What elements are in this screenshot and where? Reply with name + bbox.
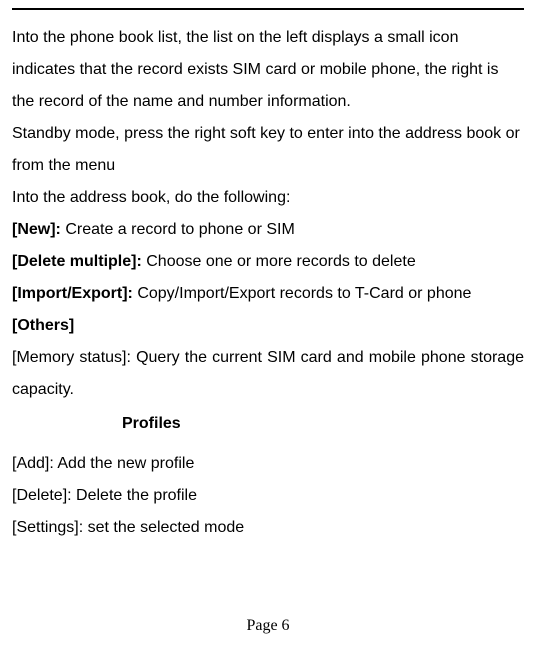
- top-horizontal-rule: [12, 8, 524, 10]
- heading-profiles: Profiles: [122, 408, 524, 440]
- item-delete-multiple: [Delete multiple]: Choose one or more re…: [12, 246, 524, 278]
- label-delete-multiple: [Delete multiple]:: [12, 253, 146, 270]
- page-number: Page 6: [0, 617, 536, 635]
- item-memory-status: [Memory status]: Query the current SIM c…: [12, 342, 524, 406]
- item-add: [Add]: Add the new profile: [12, 448, 524, 480]
- label-others: [Others]: [12, 317, 74, 334]
- label-new: [New]:: [12, 221, 65, 238]
- item-settings: [Settings]: set the selected mode: [12, 512, 524, 544]
- paragraph-standby: Standby mode, press the right soft key t…: [12, 118, 524, 182]
- desc-delete-multiple: Choose one or more records to delete: [146, 253, 415, 270]
- item-import-export: [Import/Export]: Copy/Import/Export reco…: [12, 278, 524, 310]
- desc-import-export: Copy/Import/Export records to T-Card or …: [137, 285, 471, 302]
- paragraph-intro: Into the phone book list, the list on th…: [12, 22, 524, 118]
- paragraph-instruction: Into the address book, do the following:: [12, 182, 524, 214]
- desc-new: Create a record to phone or SIM: [65, 221, 294, 238]
- label-import-export: [Import/Export]:: [12, 285, 137, 302]
- item-others: [Others]: [12, 310, 524, 342]
- item-new: [New]: Create a record to phone or SIM: [12, 214, 524, 246]
- document-content: Into the phone book list, the list on th…: [12, 22, 524, 544]
- item-delete: [Delete]: Delete the profile: [12, 480, 524, 512]
